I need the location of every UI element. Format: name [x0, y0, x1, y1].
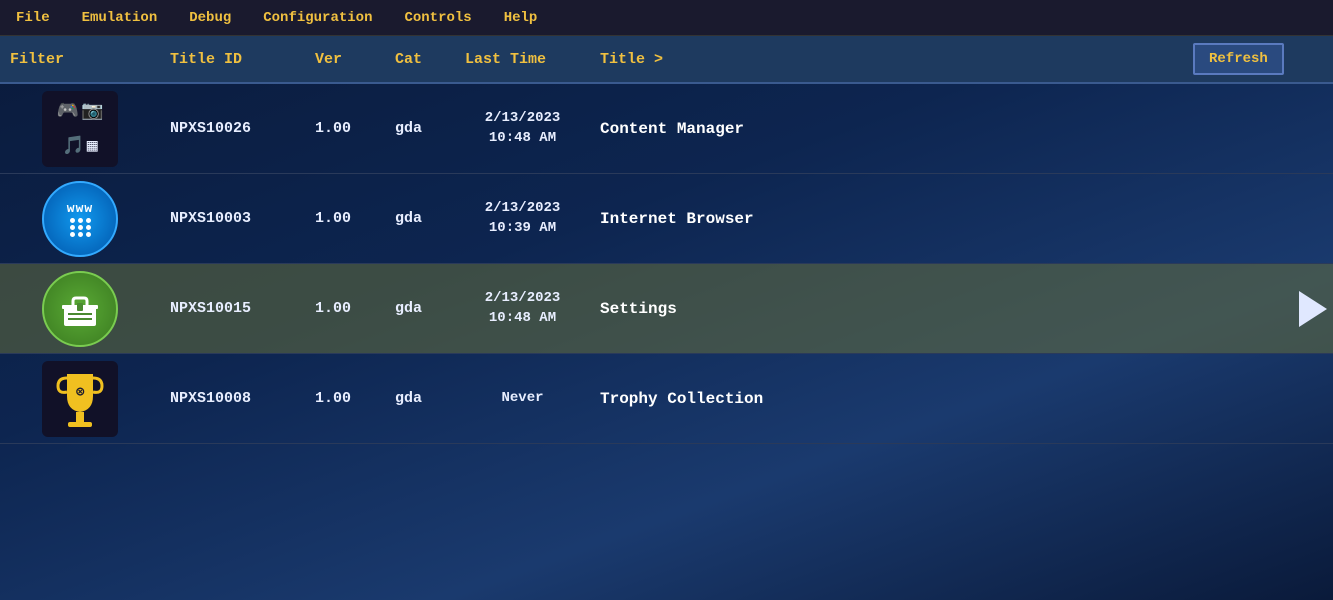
app-icon-content-manager: 🎮 📷 🎵 ▦	[0, 91, 160, 167]
cat-content-manager: gda	[385, 120, 455, 137]
cat-trophy: gda	[385, 390, 455, 407]
toolbox-svg	[59, 288, 101, 330]
lasttime-browser: 2/13/2023 10:39 AM	[455, 199, 590, 238]
title-trophy: Trophy Collection	[590, 390, 1333, 408]
svg-text:⊗: ⊗	[76, 385, 85, 401]
ver-browser: 1.00	[305, 210, 385, 227]
titleid-trophy: NPXS10008	[160, 390, 305, 407]
ver-settings: 1.00	[305, 300, 385, 317]
table-row[interactable]: ⊗ NPXS10008 1.00 gda Never Trophy Collec…	[0, 354, 1333, 444]
title-settings: Settings	[590, 300, 1333, 318]
menu-file[interactable]: File	[10, 6, 56, 30]
lasttime-settings: 2/13/2023 10:48 AM	[455, 289, 590, 328]
titleid-browser: NPXS10003	[160, 210, 305, 227]
lasttime-trophy: Never	[455, 389, 590, 409]
bottom-empty-area	[0, 444, 1333, 600]
lasttime-content-manager: 2/13/2023 10:48 AM	[455, 109, 590, 148]
title-content-manager: Content Manager	[590, 120, 1333, 138]
titleid-content-manager: NPXS10026	[160, 120, 305, 137]
header-ver: Ver	[305, 51, 385, 68]
app-icon-settings	[0, 271, 160, 347]
header-cat: Cat	[385, 51, 455, 68]
app-icon-browser: www	[0, 181, 160, 257]
menu-help[interactable]: Help	[498, 6, 544, 30]
menubar: File Emulation Debug Configuration Contr…	[0, 0, 1333, 36]
header-filter: Filter	[0, 51, 160, 68]
ver-content-manager: 1.00	[305, 120, 385, 137]
table-header: Filter Title ID Ver Cat Last Time Title …	[0, 36, 1333, 84]
cat-settings: gda	[385, 300, 455, 317]
trophy-svg: ⊗	[54, 368, 106, 430]
menu-controls[interactable]: Controls	[398, 6, 477, 30]
selected-row-arrow	[1299, 291, 1327, 327]
table-row[interactable]: NPXS10015 1.00 gda 2/13/2023 10:48 AM Se…	[0, 264, 1333, 354]
header-lasttime: Last Time	[455, 51, 590, 68]
header-title: Title >	[590, 51, 1173, 68]
titleid-settings: NPXS10015	[160, 300, 305, 317]
cat-browser: gda	[385, 210, 455, 227]
ver-trophy: 1.00	[305, 390, 385, 407]
game-list-table: Filter Title ID Ver Cat Last Time Title …	[0, 36, 1333, 444]
refresh-button[interactable]: Refresh	[1193, 43, 1284, 75]
header-titleid: Title ID	[160, 51, 305, 68]
title-browser: Internet Browser	[590, 210, 1333, 228]
app-icon-trophy: ⊗	[0, 361, 160, 437]
menu-debug[interactable]: Debug	[183, 6, 237, 30]
menu-configuration[interactable]: Configuration	[257, 6, 378, 30]
table-row[interactable]: 🎮 📷 🎵 ▦ NPXS10026 1.00 gda 2/13/2023 10:…	[0, 84, 1333, 174]
menu-emulation[interactable]: Emulation	[76, 6, 164, 30]
header-refresh: Refresh	[1173, 43, 1283, 75]
table-row[interactable]: www NPXS10003 1.00 gda	[0, 174, 1333, 264]
